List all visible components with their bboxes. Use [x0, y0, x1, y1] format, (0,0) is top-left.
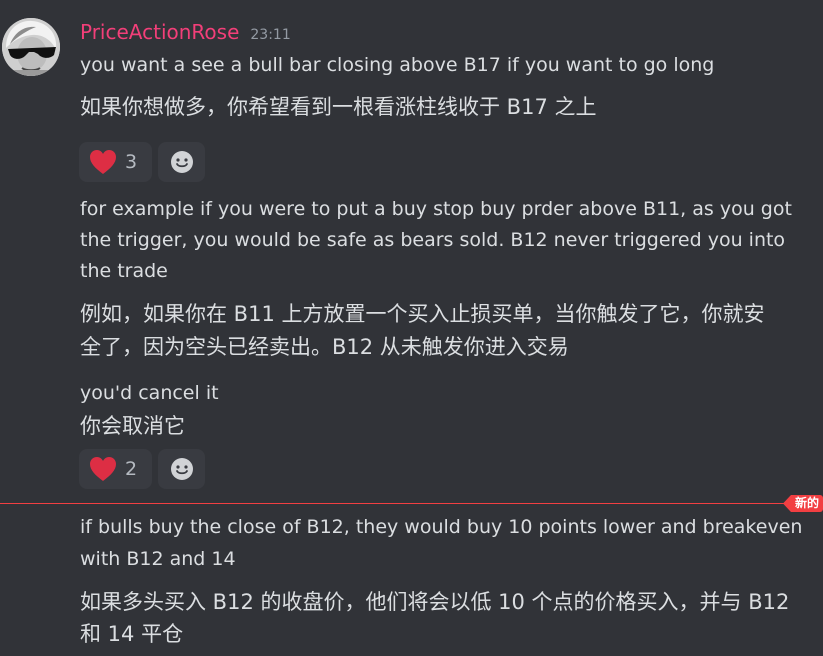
message-text: for example if you were to put a buy sto… — [80, 198, 792, 220]
message-text-translation: 例如，如果你在 B11 上方放置一个买入止损买单，当你触发了它，你就安 — [80, 302, 765, 326]
message-text: the trade — [80, 260, 168, 282]
new-messages-divider: 新的 — [0, 495, 823, 512]
message-text: you'd cancel it — [80, 382, 219, 404]
add-reaction-smiley-icon — [170, 151, 193, 173]
message-text: you want a see a bull bar closing above … — [80, 54, 715, 76]
add-reaction-button[interactable] — [158, 449, 205, 489]
reaction-heart[interactable]: 2 — [79, 449, 152, 489]
chat-message-list: PriceActionRose 23:11 you want a see a b… — [0, 0, 823, 656]
user-avatar[interactable] — [2, 18, 60, 76]
timestamp[interactable]: 23:11 — [250, 27, 290, 43]
message-header: PriceActionRose 23:11 — [80, 20, 291, 48]
avatar-portrait-icon — [2, 18, 60, 76]
message-text-translation: 全了，因为空头已经卖出。B12 从未触发你进入交易 — [80, 335, 569, 359]
red-heart-icon — [90, 150, 116, 174]
reaction-heart[interactable]: 3 — [79, 142, 152, 182]
add-reaction-smiley-icon — [170, 458, 193, 480]
message-text: the trigger, you would be safe as bears … — [80, 229, 786, 251]
new-messages-badge: 新的 — [782, 495, 823, 512]
message-text: with B12 and 14 — [80, 548, 236, 570]
message-text-translation: 如果多头买入 B12 的收盘价，他们将会以低 10 个点的价格买入，并与 B12 — [80, 590, 790, 614]
red-heart-icon — [90, 457, 116, 481]
reaction-count: 2 — [125, 458, 138, 480]
divider-line — [0, 503, 785, 504]
message-text-translation: 你会取消它 — [80, 414, 185, 438]
message-text-translation: 和 14 平仓 — [80, 622, 184, 646]
message-text: if bulls buy the close of B12, they woul… — [80, 516, 803, 538]
username[interactable]: PriceActionRose — [80, 20, 239, 44]
message-text-translation: 如果你想做多，你希望看到一根看涨柱线收于 B17 之上 — [80, 95, 597, 119]
reaction-count: 3 — [125, 151, 138, 173]
add-reaction-button[interactable] — [158, 142, 205, 182]
